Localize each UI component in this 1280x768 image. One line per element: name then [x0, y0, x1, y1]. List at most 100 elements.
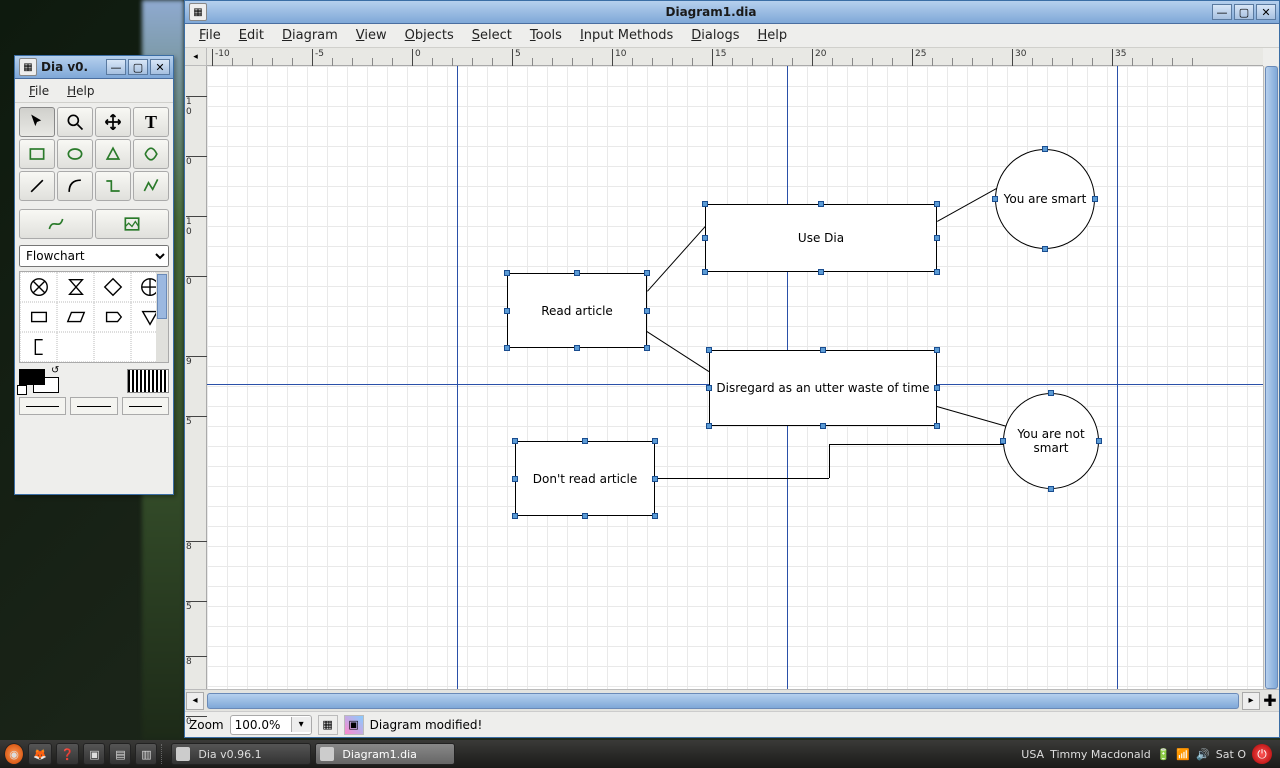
battery-icon[interactable]: 🔋 [1157, 748, 1171, 761]
line-end-style[interactable] [122, 397, 169, 415]
text-tool[interactable]: T [133, 107, 169, 137]
selection-handle[interactable] [992, 196, 998, 202]
zigzag-tool[interactable] [95, 171, 131, 201]
selection-handle[interactable] [706, 347, 712, 353]
selection-handle[interactable] [582, 438, 588, 444]
main-titlebar[interactable]: ▦ Diagram1.dia — ▢ ✕ [185, 1, 1279, 24]
ellipse-tool[interactable] [57, 139, 93, 169]
palette-scrollbar[interactable] [156, 272, 168, 362]
maximize-button[interactable]: ▢ [1234, 4, 1254, 20]
selection-handle[interactable] [702, 269, 708, 275]
shape-disregard[interactable]: Disregard as an utter waste of time [709, 350, 937, 426]
zoom-dropdown-button[interactable]: ▾ [291, 717, 311, 732]
zoom-tool[interactable] [57, 107, 93, 137]
selection-handle[interactable] [820, 347, 826, 353]
guide-vertical[interactable] [1117, 66, 1118, 689]
scrollbar-h-thumb[interactable] [207, 693, 1239, 709]
swap-colors-icon[interactable] [17, 385, 27, 395]
menu-select[interactable]: Select [464, 26, 520, 45]
selection-handle[interactable] [1042, 246, 1048, 252]
launcher-desktop[interactable]: ▥ [135, 743, 157, 765]
shape-diamond[interactable] [94, 272, 131, 302]
shutdown-button[interactable]: ⏻ [1252, 744, 1272, 764]
menu-help[interactable]: Help [749, 26, 795, 45]
start-button[interactable]: ◉ [4, 743, 24, 765]
shape-smart[interactable]: You are smart [995, 149, 1095, 249]
toolbox-close-button[interactable]: ✕ [150, 59, 170, 75]
volume-icon[interactable]: 🔊 [1196, 748, 1210, 761]
selection-handle[interactable] [512, 513, 518, 519]
toolbox-menu-help[interactable]: Help [59, 82, 102, 100]
grid-toggle[interactable]: ▦ [318, 715, 338, 735]
connector[interactable] [829, 444, 830, 478]
pointer-tool[interactable] [19, 107, 55, 137]
selection-handle[interactable] [1000, 438, 1006, 444]
toolbox-maximize-button[interactable]: ▢ [128, 59, 148, 75]
selection-handle[interactable] [504, 345, 510, 351]
box-tool[interactable] [19, 139, 55, 169]
selection-handle[interactable] [934, 201, 940, 207]
minimize-button[interactable]: — [1212, 4, 1232, 20]
toolbox-titlebar[interactable]: ▦ Dia v0. — ▢ ✕ [15, 56, 173, 79]
selection-handle[interactable] [934, 423, 940, 429]
polyline-tool[interactable] [133, 171, 169, 201]
scrollbar-vertical[interactable] [1263, 66, 1279, 689]
clock[interactable]: Sat O [1216, 748, 1246, 761]
shape-display[interactable] [94, 302, 131, 332]
line-start-style[interactable] [19, 397, 66, 415]
selection-handle[interactable] [934, 235, 940, 241]
scroll-right-arrow[interactable]: ▸ [1242, 692, 1260, 710]
task-button[interactable]: Dia v0.96.1 [171, 743, 311, 765]
beziergon-tool[interactable] [133, 139, 169, 169]
connector[interactable] [655, 478, 829, 479]
polygon-tool[interactable] [95, 139, 131, 169]
shape-not[interactable]: You are not smart [1003, 393, 1099, 489]
menu-view[interactable]: View [348, 26, 395, 45]
image-tool[interactable] [95, 209, 169, 239]
menu-dialogs[interactable]: Dialogs [683, 26, 747, 45]
menu-tools[interactable]: Tools [522, 26, 570, 45]
selection-handle[interactable] [934, 347, 940, 353]
shape-empty2[interactable] [94, 332, 131, 362]
selection-handle[interactable] [574, 270, 580, 276]
zoom-field[interactable]: ▾ [230, 715, 312, 735]
sheet-select[interactable]: Flowchart [19, 245, 169, 267]
selection-handle[interactable] [504, 270, 510, 276]
shape-read[interactable]: Read article [507, 273, 647, 348]
scrollbar-v-thumb[interactable] [1265, 66, 1278, 689]
arc-tool[interactable] [57, 171, 93, 201]
selection-handle[interactable] [1096, 438, 1102, 444]
selection-handle[interactable] [1092, 196, 1098, 202]
shape-bracket[interactable] [20, 332, 57, 362]
ruler-corner[interactable]: ◂ [185, 48, 207, 66]
ruler-horizontal[interactable]: -10-505101520253035 [207, 48, 1263, 66]
scrollbar-horizontal[interactable] [207, 693, 1239, 709]
selection-handle[interactable] [652, 476, 658, 482]
selection-handle[interactable] [644, 308, 650, 314]
selection-handle[interactable] [652, 438, 658, 444]
shape-xcircle[interactable] [20, 272, 57, 302]
close-button[interactable]: ✕ [1256, 4, 1276, 20]
selection-handle[interactable] [644, 345, 650, 351]
menu-diagram[interactable]: Diagram [274, 26, 346, 45]
selection-handle[interactable] [820, 423, 826, 429]
pattern-box[interactable] [127, 369, 169, 393]
selection-handle[interactable] [1042, 146, 1048, 152]
selection-handle[interactable] [818, 269, 824, 275]
selection-handle[interactable] [702, 235, 708, 241]
launcher-firefox[interactable]: 🦊 [28, 743, 52, 765]
shape-empty1[interactable] [57, 332, 94, 362]
task-button[interactable]: Diagram1.dia [315, 743, 455, 765]
toolbox-menu-file[interactable]: File [21, 82, 57, 100]
shape-parallelogram[interactable] [57, 302, 94, 332]
selection-handle[interactable] [706, 385, 712, 391]
shape-hourglass[interactable] [57, 272, 94, 302]
scroll-tool[interactable] [95, 107, 131, 137]
selection-handle[interactable] [644, 270, 650, 276]
line-tool[interactable] [19, 171, 55, 201]
launcher-help[interactable]: ❓ [56, 743, 80, 765]
selection-handle[interactable] [574, 345, 580, 351]
selection-handle[interactable] [934, 385, 940, 391]
selection-handle[interactable] [934, 269, 940, 275]
sheet-selector[interactable]: Flowchart [19, 245, 169, 267]
